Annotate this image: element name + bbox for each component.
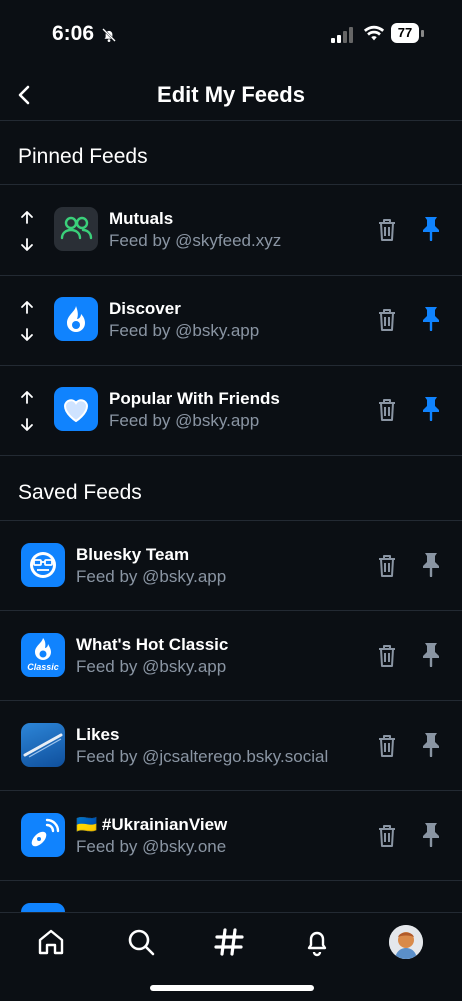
bluesky-team-icon (21, 543, 65, 587)
feed-name: Popular With Friends (109, 389, 280, 408)
pinned-feed-row-discover[interactable]: Discover Feed by @bsky.app (0, 275, 462, 365)
reorder-arrows-icon[interactable] (18, 389, 36, 433)
feed-author: Feed by @bsky.one (76, 837, 227, 856)
saved-feed-row-whats-hot-classic[interactable]: Classic What's Hot Classic Feed by @bsky… (0, 610, 462, 700)
notifications-bell-icon[interactable] (302, 927, 332, 957)
pin-icon[interactable] (420, 731, 442, 757)
feed-name: What's Hot Classic (76, 635, 229, 654)
home-icon[interactable] (36, 927, 66, 957)
feed-name: Likes (76, 725, 120, 744)
battery-nub (421, 30, 424, 37)
feed-author: Feed by @bsky.app (109, 411, 260, 430)
feed-name: Bluesky Team (76, 545, 190, 564)
feed-name: Mutuals (109, 209, 174, 228)
trash-icon[interactable] (376, 733, 398, 759)
bell-off-icon (101, 27, 117, 43)
pin-icon[interactable] (420, 551, 442, 577)
pin-icon[interactable] (420, 395, 442, 421)
feed-author: Feed by @bsky.app (76, 657, 227, 676)
pin-icon[interactable] (420, 641, 442, 667)
status-time: 6:06 (52, 22, 95, 45)
trash-icon[interactable] (376, 307, 398, 333)
feed-name: Discover (109, 299, 181, 318)
pin-icon[interactable] (420, 821, 442, 847)
classic-icon: Classic (21, 633, 65, 677)
trash-icon[interactable] (376, 217, 398, 243)
discover-icon (54, 297, 98, 341)
saved-feed-row-likes[interactable]: Likes Feed by @jcsalterego.bsky.social (0, 700, 462, 790)
pinned-feed-row-mutuals[interactable]: Mutuals Feed by @skyfeed.xyz (0, 185, 462, 275)
feed-author: Feed by @bsky.app (76, 567, 227, 586)
saved-feed-row-bluesky-team[interactable]: Bluesky Team Feed by @bsky.app (0, 520, 462, 610)
feeds-hashtag-icon[interactable] (214, 927, 244, 957)
page-title: Edit My Feeds (157, 82, 305, 107)
pinned-feed-row-popular-with-friends[interactable]: Popular With Friends Feed by @bsky.app (0, 365, 462, 455)
pin-icon[interactable] (420, 305, 442, 331)
wifi-icon (363, 25, 385, 41)
feed-name: 🇺🇦 #UkrainianView (76, 815, 228, 834)
battery-indicator: 77 (391, 23, 425, 43)
nav-bar: Edit My Feeds (0, 70, 462, 121)
trash-icon[interactable] (376, 397, 398, 423)
trash-icon[interactable] (376, 823, 398, 849)
divider (0, 880, 462, 881)
divider (0, 455, 462, 456)
cellular-signal-icon (331, 27, 353, 43)
search-icon[interactable] (126, 927, 156, 957)
mutuals-icon (54, 207, 98, 251)
pin-icon[interactable] (420, 215, 442, 241)
saved-feeds-heading: Saved Feeds (18, 481, 142, 504)
classic-badge-label: Classic (27, 662, 59, 672)
likes-icon (21, 723, 65, 767)
profile-avatar[interactable] (389, 925, 423, 959)
feed-author: Feed by @skyfeed.xyz (109, 231, 282, 250)
heart-icon (54, 387, 98, 431)
battery-level: 77 (391, 23, 419, 43)
status-bar: 6:06 77 (0, 0, 462, 70)
saved-feed-row-ukrainianview[interactable]: 🇺🇦 #UkrainianView Feed by @bsky.one (0, 790, 462, 880)
pinned-feeds-heading: Pinned Feeds (18, 145, 148, 168)
trash-icon[interactable] (376, 553, 398, 579)
satellite-icon (21, 813, 65, 857)
reorder-arrows-icon[interactable] (18, 299, 36, 343)
feed-author: Feed by @bsky.app (109, 321, 260, 340)
home-indicator (150, 985, 314, 991)
reorder-arrows-icon[interactable] (18, 209, 36, 253)
trash-icon[interactable] (376, 643, 398, 669)
feed-author: Feed by @jcsalterego.bsky.social (76, 747, 329, 766)
